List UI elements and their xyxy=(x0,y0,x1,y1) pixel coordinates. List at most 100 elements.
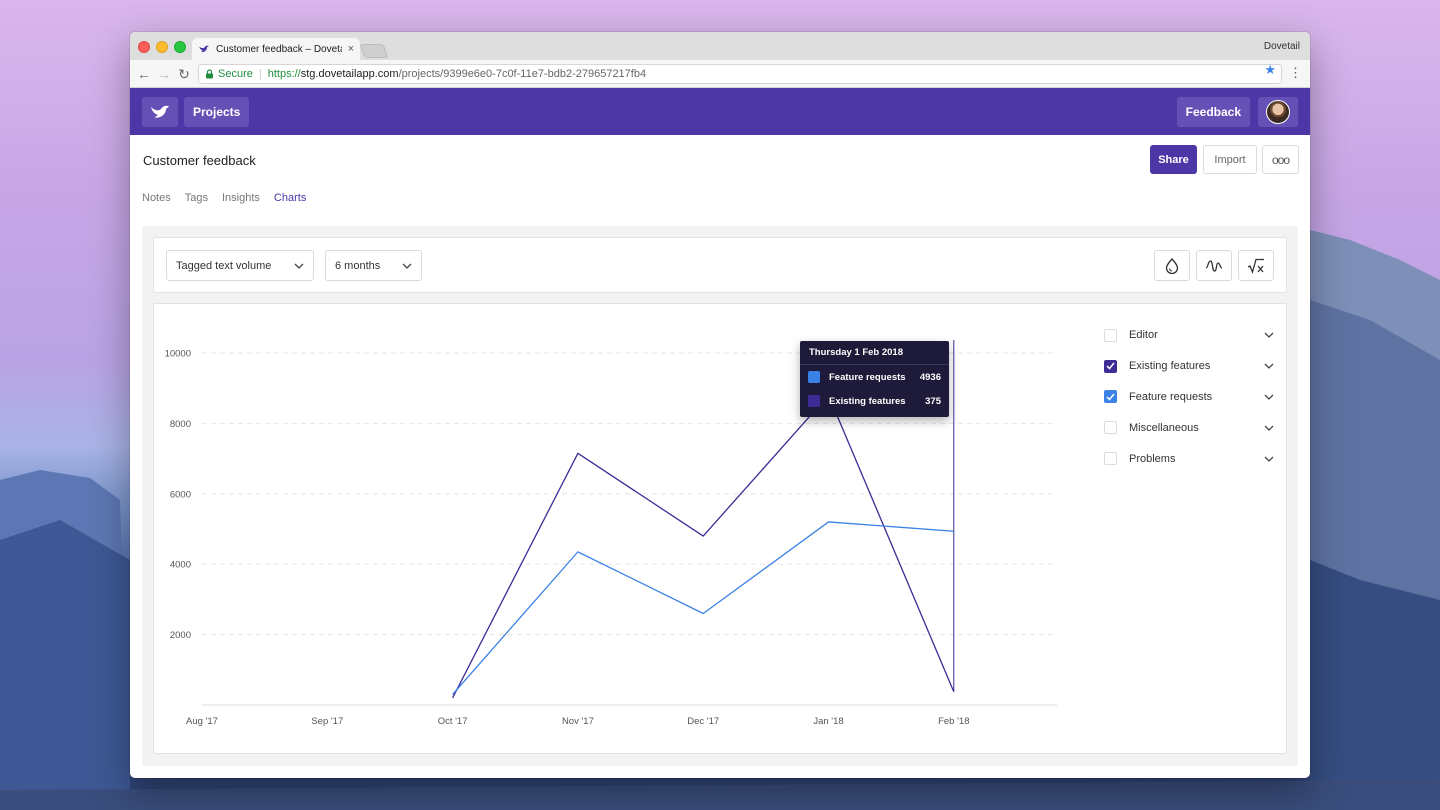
chevron-down-icon[interactable] xyxy=(1264,425,1274,431)
browser-tab[interactable]: Customer feedback – Dovetail × xyxy=(192,38,360,60)
feedback-button[interactable]: Feedback xyxy=(1176,97,1250,127)
y-tick-label: 10000 xyxy=(165,349,191,360)
series-checkbox[interactable] xyxy=(1104,390,1117,404)
tab-title: Customer feedback – Dovetail xyxy=(216,43,342,55)
url-scheme: https:// xyxy=(267,68,301,80)
zoom-window-button[interactable] xyxy=(174,41,186,53)
legend-item-problems[interactable]: Problems xyxy=(1104,443,1274,474)
page-title: Customer feedback xyxy=(143,153,256,168)
drop-icon xyxy=(1165,257,1179,274)
new-tab-button[interactable] xyxy=(359,44,389,58)
secure-label: Secure xyxy=(218,68,253,80)
browser-toolbar: ← → ↻ Secure | https:// stg.dovetailapp.… xyxy=(130,60,1310,88)
dovetail-favicon-icon xyxy=(199,45,209,53)
formula-button[interactable] xyxy=(1238,250,1274,281)
chevron-down-icon[interactable] xyxy=(1264,363,1274,370)
y-tick-label: 8000 xyxy=(170,419,191,430)
tooltip-swatch xyxy=(808,395,820,407)
check-icon xyxy=(1106,393,1115,401)
app-header: Projects Feedback xyxy=(130,88,1310,135)
x-tick-label: Nov '17 xyxy=(562,716,594,727)
x-tick-label: Sep '17 xyxy=(311,716,343,727)
forward-arrow-icon[interactable]: → xyxy=(156,65,172,83)
dovetail-bird-icon xyxy=(151,105,169,118)
legend-item-existing-features[interactable]: Existing features xyxy=(1104,351,1274,382)
reload-icon[interactable]: ↻ xyxy=(176,65,192,83)
legend-label: Editor xyxy=(1129,329,1158,342)
tooltip-title: Thursday 1 Feb 2018 xyxy=(800,341,949,365)
chevron-down-icon[interactable] xyxy=(1264,456,1274,462)
legend-label: Problems xyxy=(1129,452,1176,465)
legend-item-miscellaneous[interactable]: Miscellaneous xyxy=(1104,412,1274,443)
chevron-down-icon[interactable] xyxy=(1264,332,1274,339)
more-options-button[interactable]: ooo xyxy=(1262,145,1299,174)
chart-card: 2000 4000 6000 8000 10000 Aug '17 Sep '17 Oct '… xyxy=(153,303,1287,754)
series-line-existing-features xyxy=(452,394,955,699)
browser-menu-icon[interactable]: ⋮ xyxy=(1289,66,1302,80)
wave-button[interactable] xyxy=(1196,250,1232,281)
tab-insights[interactable]: Insights xyxy=(222,192,260,204)
tab-tags[interactable]: Tags xyxy=(185,192,208,204)
projects-button[interactable]: Projects xyxy=(184,97,250,127)
metric-select[interactable]: Tagged text volume xyxy=(166,250,314,281)
tooltip-row: Existing features 375 xyxy=(800,389,949,413)
y-tick-label: 2000 xyxy=(170,630,191,641)
series-legend: Editor Existing features Feature request… xyxy=(1104,320,1274,474)
chevron-down-icon xyxy=(402,263,412,269)
metric-select-value: Tagged text volume xyxy=(176,259,272,272)
legend-item-editor[interactable]: Editor xyxy=(1104,320,1274,351)
import-button[interactable]: Import xyxy=(1203,145,1257,174)
tab-notes[interactable]: Notes xyxy=(142,192,171,204)
bookmark-star-icon[interactable]: ★ xyxy=(1264,62,1276,78)
url-host: stg.dovetailapp.com xyxy=(300,68,399,80)
browser-window: Customer feedback – Dovetail × Dovetail … xyxy=(130,32,1310,778)
x-tick-label: Oct '17 xyxy=(438,716,468,727)
check-icon xyxy=(1106,362,1115,370)
chevron-down-icon[interactable] xyxy=(1264,394,1274,400)
tooltip-row: Feature requests 4936 xyxy=(800,365,949,389)
y-tick-label: 4000 xyxy=(170,560,191,571)
sqrt-x-icon xyxy=(1247,258,1264,274)
tooltip-row-label: Feature requests xyxy=(829,371,906,383)
close-window-button[interactable] xyxy=(138,41,150,53)
chart-tooltip: Thursday 1 Feb 2018 Feature requests 493… xyxy=(800,341,949,417)
browser-profile-name[interactable]: Dovetail xyxy=(1264,41,1300,52)
series-line-feature-requests xyxy=(452,521,954,695)
series-checkbox[interactable] xyxy=(1104,328,1117,342)
tab-charts[interactable]: Charts xyxy=(274,192,306,204)
tooltip-row-value: 375 xyxy=(925,395,941,407)
wave-icon xyxy=(1205,259,1223,272)
address-bar[interactable]: Secure | https:// stg.dovetailapp.com /p… xyxy=(198,64,1282,84)
tooltip-swatch xyxy=(808,371,820,383)
time-range-select[interactable]: 6 months xyxy=(325,250,422,281)
chart-filter-bar: Tagged text volume 6 months xyxy=(153,237,1287,293)
legend-label: Feature requests xyxy=(1129,390,1213,403)
tab-close-icon[interactable]: × xyxy=(348,43,354,55)
x-tick-label: Dec '17 xyxy=(687,716,719,727)
legend-label: Existing features xyxy=(1129,360,1211,373)
lock-icon xyxy=(206,69,213,79)
legend-item-feature-requests[interactable]: Feature requests xyxy=(1104,382,1274,413)
time-range-select-value: 6 months xyxy=(335,259,381,272)
series-checkbox[interactable] xyxy=(1104,452,1117,466)
minimize-window-button[interactable] xyxy=(156,41,168,53)
x-tick-label: Aug '17 xyxy=(186,716,218,727)
series-checkbox[interactable] xyxy=(1104,359,1117,373)
tooltip-row-label: Existing features xyxy=(829,395,906,407)
project-tabs: Notes Tags Insights Charts xyxy=(142,192,306,204)
x-tick-label: Feb '18 xyxy=(938,716,969,727)
line-chart[interactable]: 2000 4000 6000 8000 10000 Aug '17 Sep '17 Oct '… xyxy=(154,304,1094,755)
user-menu-button[interactable] xyxy=(1258,97,1298,127)
series-checkbox[interactable] xyxy=(1104,421,1117,435)
legend-label: Miscellaneous xyxy=(1129,421,1199,434)
dovetail-logo-button[interactable] xyxy=(142,97,178,127)
address-separator: | xyxy=(258,68,262,80)
tooltip-row-value: 4936 xyxy=(919,371,941,383)
share-button[interactable]: Share xyxy=(1150,145,1197,174)
y-tick-label: 6000 xyxy=(170,489,191,500)
tab-strip: Customer feedback – Dovetail × Dovetail xyxy=(130,32,1310,60)
back-arrow-icon[interactable]: ← xyxy=(136,65,152,83)
drop-button[interactable] xyxy=(1154,250,1190,281)
avatar xyxy=(1266,100,1290,124)
x-tick-label: Jan '18 xyxy=(813,716,843,727)
